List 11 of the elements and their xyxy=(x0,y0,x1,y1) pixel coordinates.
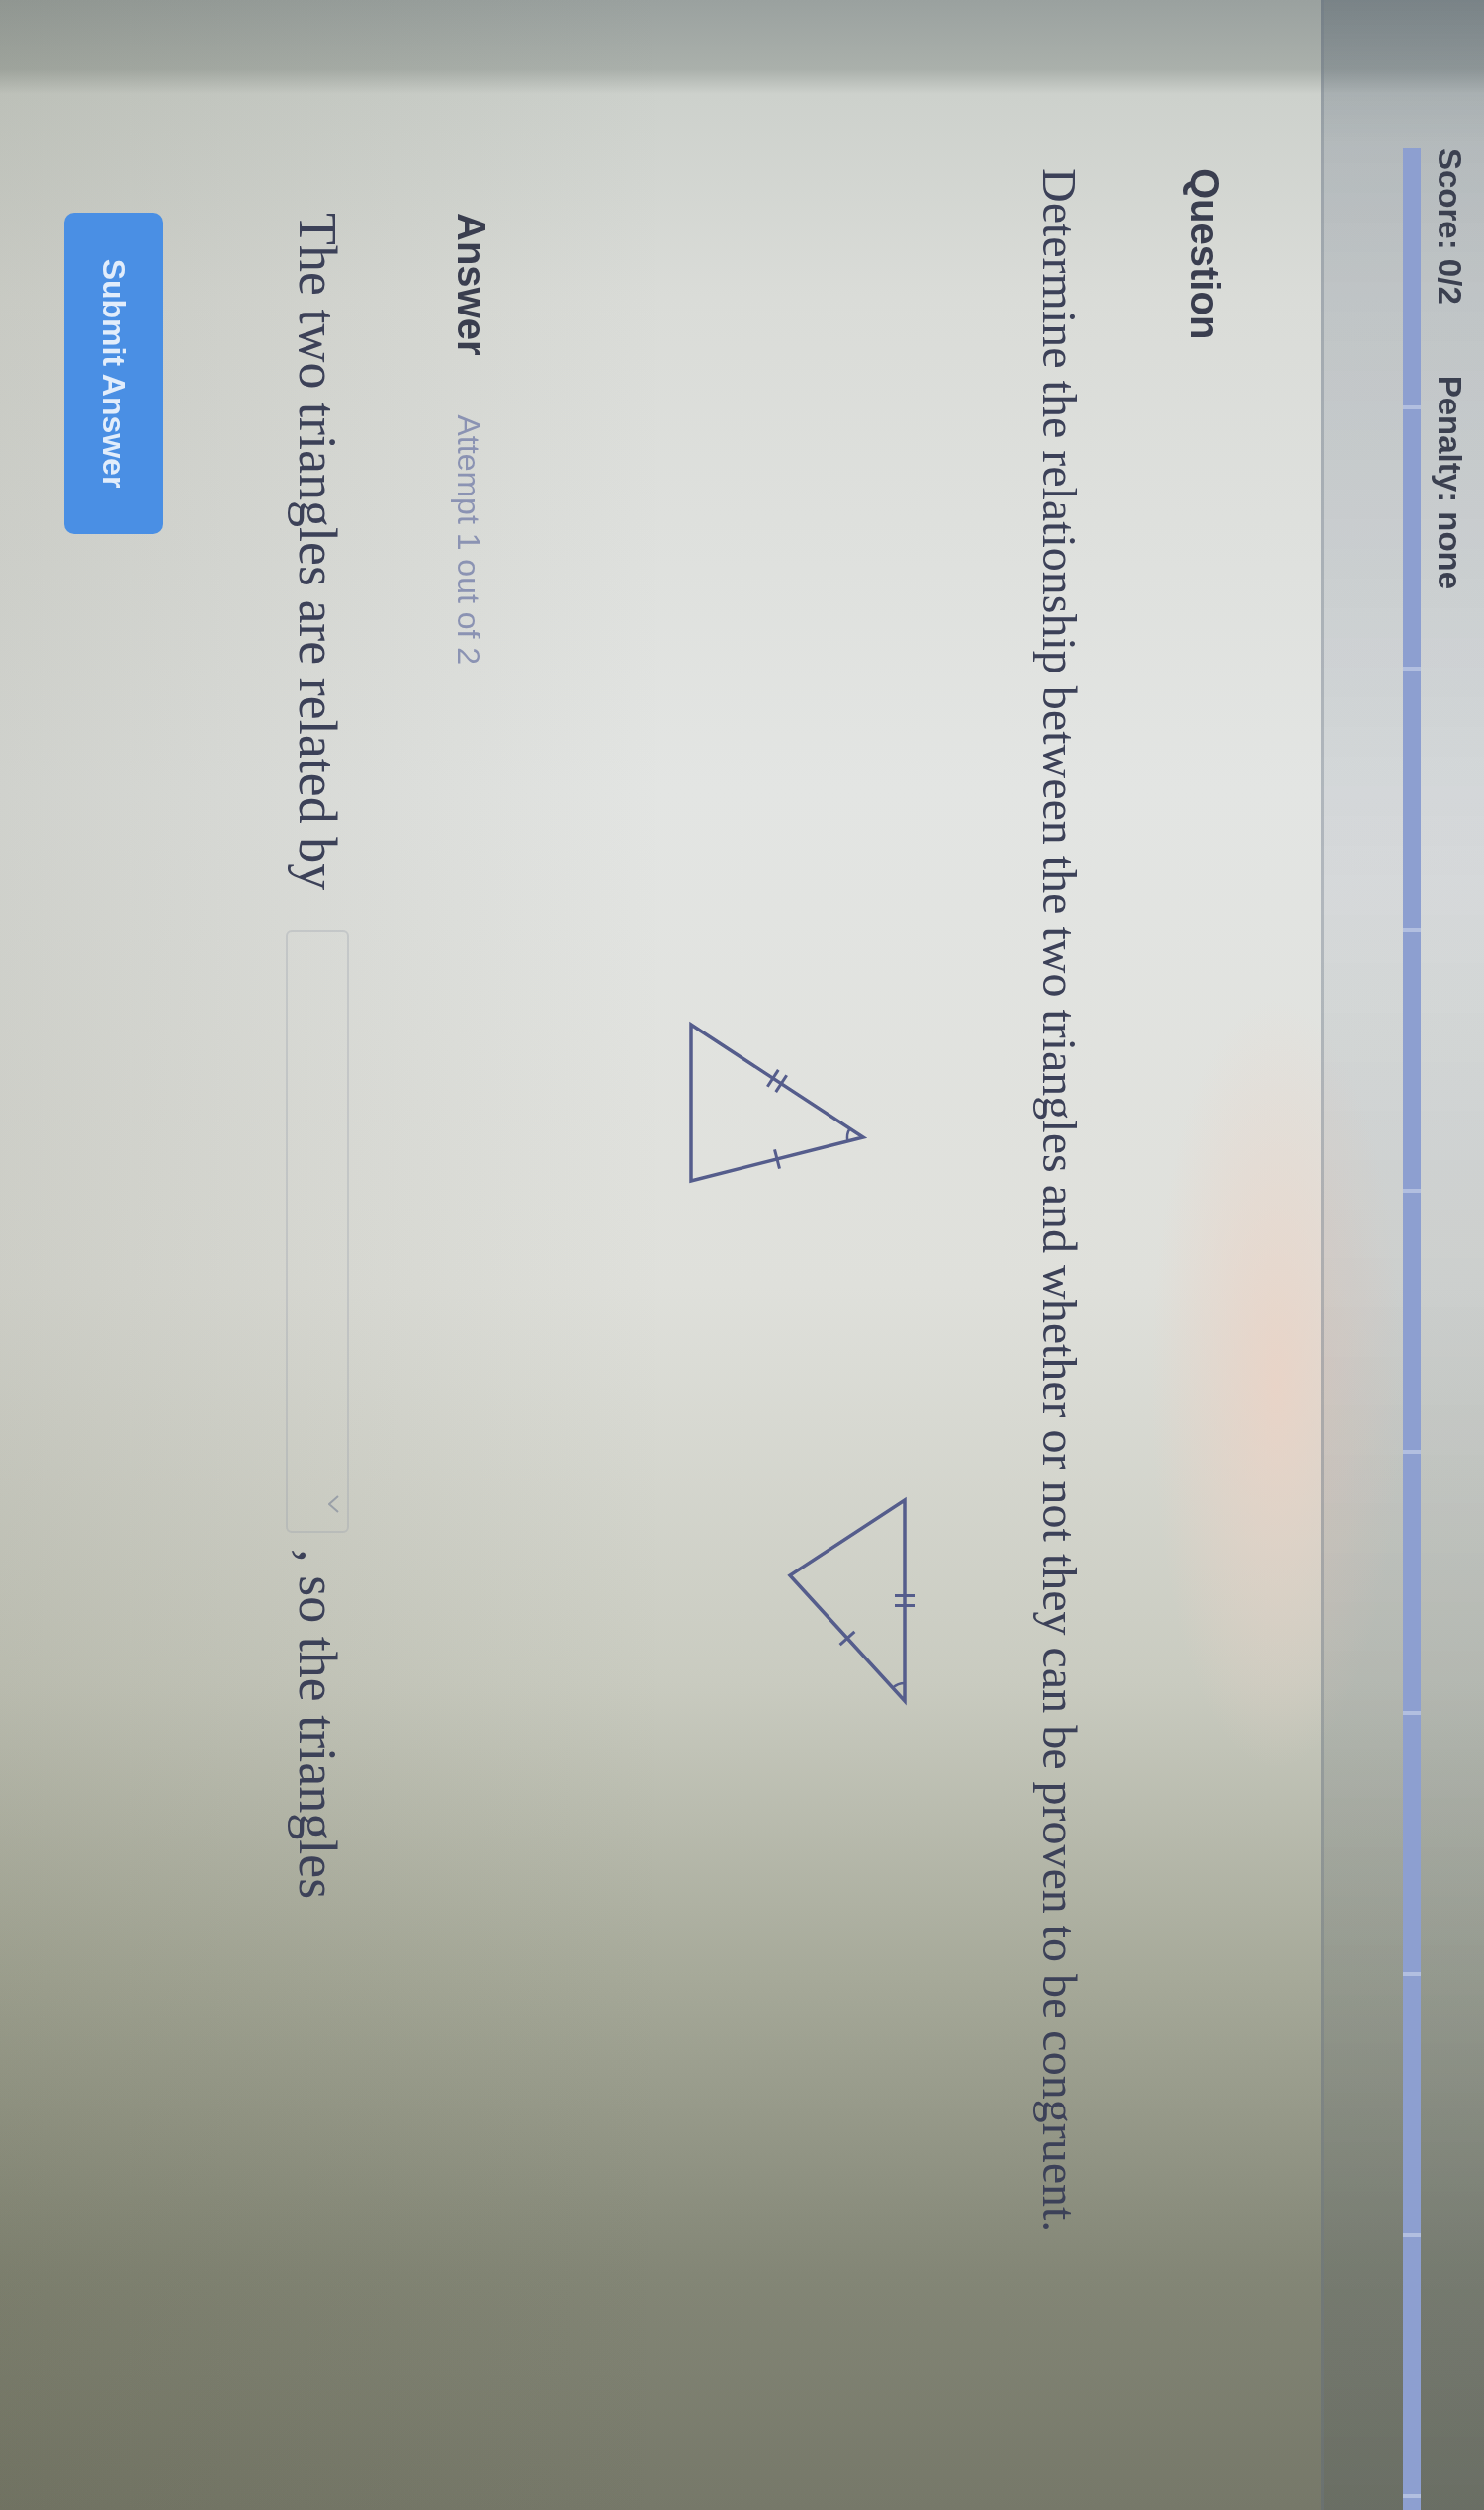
answer-heading: Answer xyxy=(449,213,494,356)
score-text: Score: 0/2 xyxy=(1433,148,1466,305)
answer-text: The two triangles are related by xyxy=(287,213,348,891)
penalty-text: Penalty: none xyxy=(1433,375,1466,590)
question-text: Determine the relationship between the two triangles and whether or not they can be proven to be congruent. xyxy=(1032,168,1087,2233)
question-heading: Question xyxy=(1182,168,1228,340)
answer-text: , so the triangles xyxy=(287,1549,348,1900)
submit-button[interactable]: Submit Answer xyxy=(64,213,163,534)
caret-icon xyxy=(328,1495,339,1514)
dropdown-field[interactable] xyxy=(286,930,349,1534)
attempt-counter: Attempt 1 out of 2 xyxy=(450,414,487,666)
